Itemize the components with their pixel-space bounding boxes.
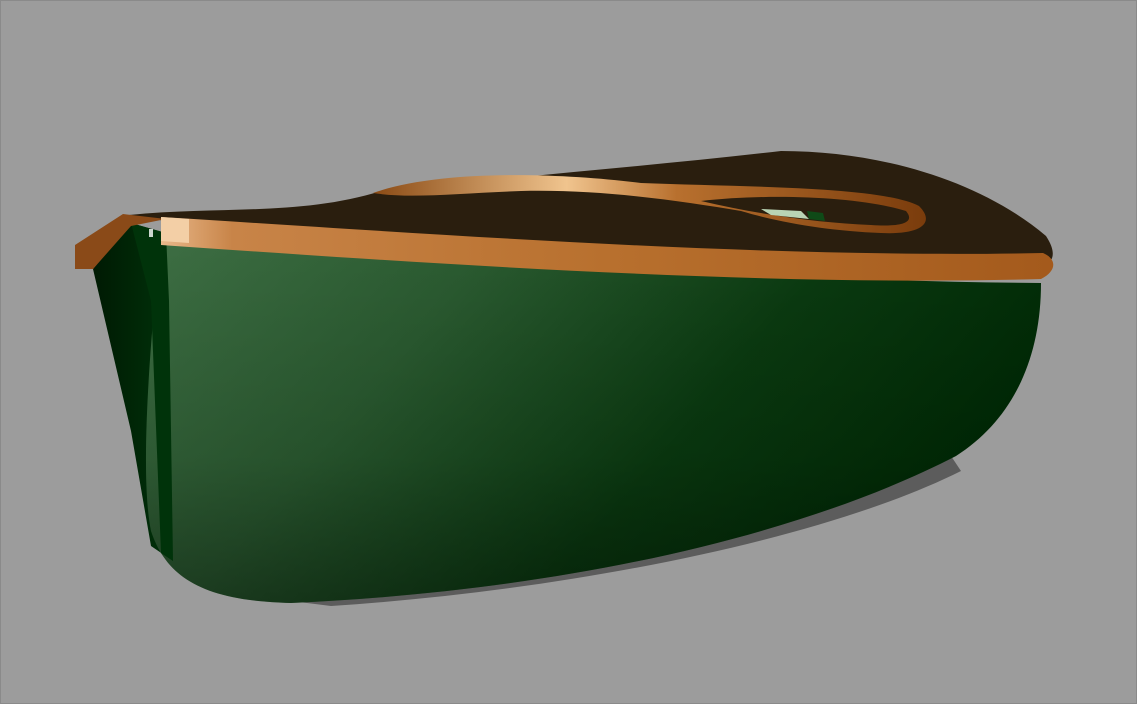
hull-shading [145, 239, 1041, 603]
rail-highlight-edge [149, 229, 153, 237]
rail-highlight [161, 217, 189, 243]
render-viewport [0, 0, 1137, 704]
boat-render [75, 151, 1054, 606]
